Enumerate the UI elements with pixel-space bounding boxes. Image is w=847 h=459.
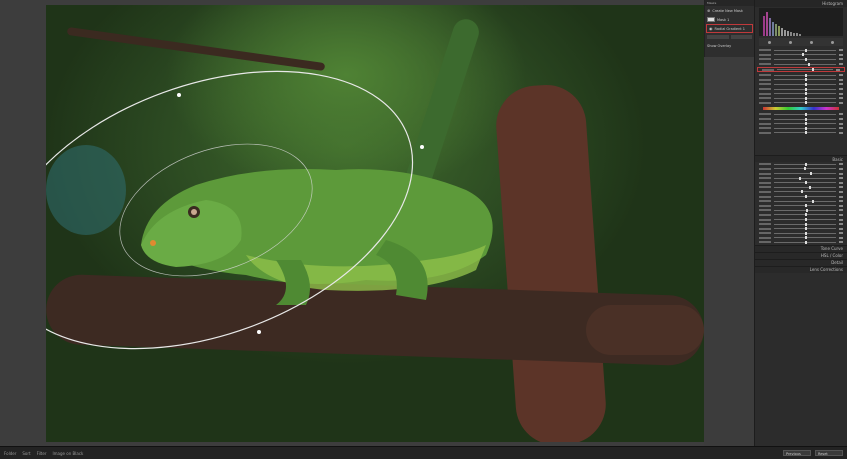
bottom-bar-item[interactable]: Filter	[37, 451, 47, 456]
reset-button[interactable]: Reset	[815, 450, 843, 456]
panel-bottom-buttons: Previous Reset	[783, 450, 843, 456]
slider-row[interactable]	[755, 62, 847, 67]
bottom-bar-item[interactable]: Sort	[22, 451, 30, 456]
section-tone-curve[interactable]: Tone Curve	[755, 244, 847, 252]
bottom-bar-item[interactable]: Image on Black	[52, 451, 83, 456]
mask-1-row[interactable]: Mask 1	[705, 15, 754, 24]
histogram-header[interactable]: Histogram	[755, 0, 847, 7]
heal-tool-icon[interactable]	[789, 40, 792, 44]
subtract-button[interactable]	[730, 35, 752, 39]
develop-right-panel: Histogram Basic Tone Curve HSL / Color D…	[754, 0, 847, 446]
bottom-bar-item[interactable]: Folder	[4, 451, 16, 456]
histogram-chart	[759, 8, 843, 36]
radial-gradient-icon: ◉	[709, 26, 713, 31]
radial-gradient-1-row[interactable]: ◉ Radial Gradient 1	[706, 24, 753, 33]
mask-sliders-group	[755, 48, 847, 135]
masking-tool-icon[interactable]	[831, 40, 834, 44]
iguana-nostril	[150, 240, 156, 246]
lightroom-window: Masks ⊕ Create New Mask Mask 1 ◉ Radial …	[0, 0, 847, 459]
filmstrip-bar: Folder Sort Filter Image on Black Previo…	[0, 446, 847, 459]
gradient-handle-bottom[interactable]	[257, 330, 261, 334]
crop-tool-icon[interactable]	[768, 40, 771, 44]
previous-button[interactable]: Previous	[783, 450, 811, 456]
image-canvas[interactable]	[0, 0, 704, 446]
section-detail[interactable]: Detail	[755, 258, 847, 266]
gradient-handle-right[interactable]	[420, 145, 424, 149]
mask-action-buttons	[705, 33, 754, 41]
section-lens-corrections[interactable]: Lens Corrections	[755, 265, 847, 273]
develop-toolstrip	[759, 38, 843, 46]
create-new-mask[interactable]: ⊕ Create New Mask	[705, 6, 754, 15]
slider-row[interactable]	[755, 101, 847, 106]
slider-row[interactable]	[755, 131, 847, 136]
add-button[interactable]	[707, 35, 729, 39]
section-basic[interactable]: Basic	[755, 155, 847, 163]
masks-panel: Masks ⊕ Create New Mask Mask 1 ◉ Radial …	[704, 0, 754, 57]
add-mask-icon: ⊕	[707, 8, 711, 13]
gradient-handle-top[interactable]	[177, 93, 181, 97]
iguana-and-overlay	[46, 70, 493, 350]
basic-sliders-group	[755, 162, 847, 245]
photo-iguana[interactable]	[46, 5, 704, 442]
hue-slider[interactable]	[763, 107, 839, 111]
section-hsl-color[interactable]: HSL / Color	[755, 251, 847, 259]
mask-thumbnail	[707, 17, 715, 22]
redeye-tool-icon[interactable]	[810, 40, 813, 44]
exposure-slider-highlighted[interactable]	[757, 67, 845, 72]
show-overlay-toggle[interactable]: Show Overlay	[705, 41, 754, 50]
